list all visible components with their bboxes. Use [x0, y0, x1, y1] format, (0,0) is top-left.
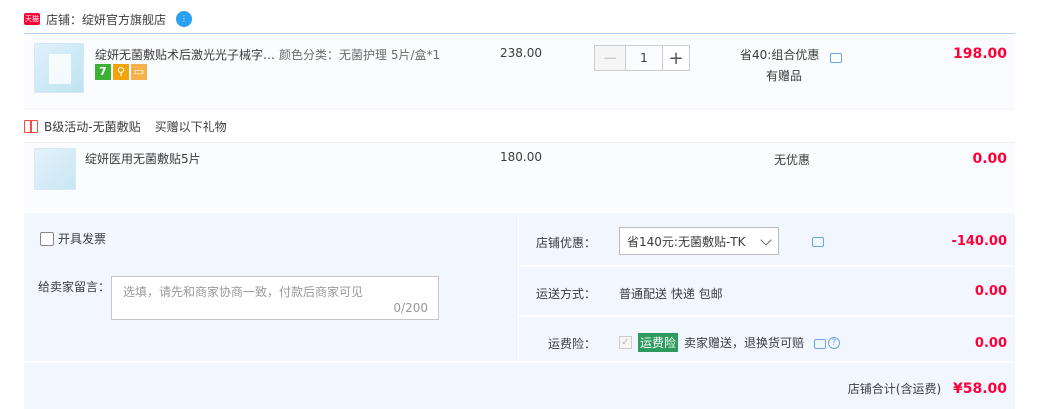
divider: [518, 265, 1015, 267]
memo-placeholder: 选填，请先和商家协商一致，付款后商家可见: [123, 285, 364, 299]
unit-price: 238.00: [500, 46, 542, 60]
insurance-chat-icon[interactable]: [814, 338, 827, 349]
shop-total-label: 店铺合计(含运费): [847, 382, 942, 396]
shipping-method: 普通配送 快递 包邮: [619, 287, 723, 301]
tmall-badge-icon: 天猫: [24, 13, 40, 25]
memo-label: 给卖家留言：: [38, 280, 111, 294]
gift-discount-text: 无优惠: [774, 153, 811, 167]
invoice-checkbox[interactable]: [40, 231, 54, 246]
discount-detail-icon[interactable]: [830, 53, 842, 63]
gift-activity-name: B级活动-无菌敷贴: [44, 120, 141, 134]
quantity-input[interactable]: 1: [626, 45, 662, 71]
invoice-option[interactable]: 开具发票: [40, 230, 106, 247]
gift-activity-desc: 买赠以下礼物: [154, 120, 227, 134]
seller-memo-textarea[interactable]: 选填，请先和商家协商一致，付款后商家可见 0/200: [111, 276, 439, 320]
shop-discount-selected: 省140元:无菌敷贴-TK: [627, 234, 746, 249]
shop-discount-label: 店铺优惠：: [535, 236, 596, 250]
decrease-quantity-button[interactable]: −: [594, 45, 626, 71]
gift-subtotal: 0.00: [972, 151, 1007, 167]
cart-item-row: [24, 33, 1015, 109]
shop-total-value: ¥58.00: [952, 381, 1007, 397]
increase-quantity-button[interactable]: +: [662, 45, 690, 71]
gift-unit-price: 180.00: [500, 150, 542, 164]
product-sku: 颜色分类：无菌护理 5片/盒*1: [279, 48, 441, 62]
divider: [24, 361, 1015, 363]
shop-total: 店铺合计(含运费) ¥58.00: [700, 380, 1007, 397]
shop-discount-select[interactable]: 省140元:无菌敷贴-TK: [619, 227, 779, 255]
discount-detail-icon[interactable]: [811, 237, 824, 247]
insurance-badge: 运费险: [638, 333, 679, 352]
insurance-amount: 0.00: [974, 336, 1007, 351]
shipping-amount: 0.00: [974, 284, 1007, 299]
discount-info: 省40:组合优惠 有赠品: [740, 46, 830, 84]
gift-icon: [24, 120, 38, 133]
gift-text: 有赠品: [766, 69, 803, 83]
item-subtotal: 198.00: [952, 46, 1007, 62]
insurance-checkbox[interactable]: ✓: [619, 336, 632, 349]
wangwang-chat-icon[interactable]: ⋮: [176, 11, 193, 27]
help-icon[interactable]: ?: [828, 336, 841, 349]
shop-discount-amount: -140.00: [951, 234, 1007, 249]
product-title-link[interactable]: 绽妍无菌敷贴术后激光光子械字…: [95, 46, 275, 63]
credit-card-icon: ▭: [131, 64, 147, 80]
product-thumbnail[interactable]: [34, 43, 84, 93]
insurance-label: 运费险：: [547, 337, 596, 351]
gift-product-title[interactable]: 绽妍医用无菌敷贴5片: [85, 150, 201, 167]
shipping-label: 运送方式：: [535, 287, 596, 301]
seven-day-return-icon: 7: [95, 64, 111, 80]
memo-char-counter: 0/200: [393, 301, 428, 315]
invoice-label: 开具发票: [58, 232, 107, 246]
gift-activity-row: B级活动-无菌敷贴 买赠以下礼物: [24, 118, 227, 135]
gift-thumbnail[interactable]: [34, 148, 76, 190]
guarantee-icon: ⚲: [113, 64, 129, 80]
insurance-row: ✓ 运费险 卖家赠送，退换货可赔 ?: [619, 333, 841, 352]
insurance-text: 卖家赠送，退换货可赔: [684, 336, 805, 350]
divider: [518, 315, 1015, 317]
discount-text: 省40:组合优惠: [740, 48, 820, 62]
service-icons: 7 ⚲ ▭: [95, 64, 149, 80]
chevron-down-icon: [760, 234, 772, 246]
quantity-stepper: − 1 +: [594, 45, 690, 71]
divider: [518, 216, 519, 361]
shop-name-link[interactable]: 店铺：绽妍官方旗舰店: [46, 11, 166, 28]
shop-header: 天猫 店铺：绽妍官方旗舰店 ⋮: [24, 8, 193, 30]
